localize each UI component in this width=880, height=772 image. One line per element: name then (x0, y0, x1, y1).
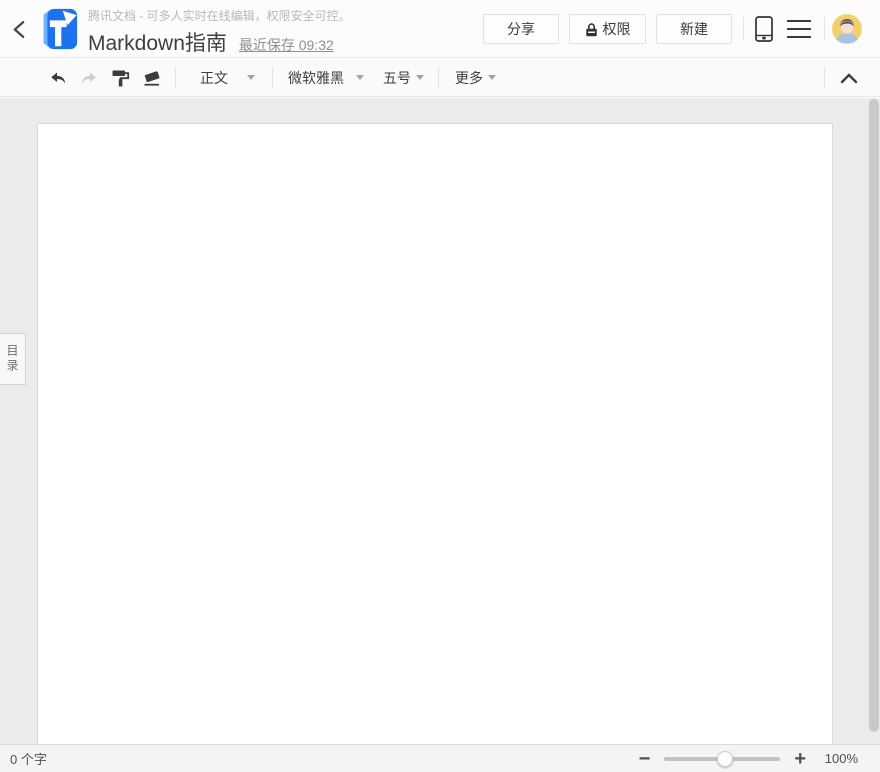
toc-label: 目录 (4, 344, 21, 374)
lock-icon (585, 22, 598, 37)
back-icon[interactable] (10, 19, 28, 40)
zoom-level: 100% (822, 751, 858, 766)
chevron-down-icon (488, 75, 496, 80)
mobile-phone-icon[interactable] (755, 16, 773, 42)
header-divider (824, 17, 825, 41)
font-size-dropdown[interactable]: 五号 (383, 68, 424, 88)
user-avatar[interactable] (832, 14, 862, 44)
chevron-down-icon (416, 75, 424, 80)
zoom-out-button[interactable]: − (639, 749, 651, 769)
paragraph-style-value: 正文 (200, 68, 228, 88)
menu-icon[interactable] (787, 20, 811, 38)
tencent-docs-logo-icon (34, 6, 80, 52)
document-page[interactable] (37, 123, 833, 744)
redo-icon[interactable] (80, 69, 99, 87)
collapse-toolbar-chevron-up-icon[interactable] (840, 72, 858, 84)
toolbar-divider (272, 67, 273, 89)
document-title-block: 腾讯文档 - 可多人实时在线编辑，权限安全可控。 Markdown指南 最近保存… (88, 9, 351, 57)
undo-icon[interactable] (48, 69, 67, 87)
new-document-button[interactable]: 新建 (656, 14, 732, 44)
zoom-slider[interactable] (664, 757, 780, 761)
font-family-dropdown[interactable]: 微软雅黑 (288, 68, 364, 88)
word-count: 0 个字 (10, 749, 47, 768)
app-tagline: 腾讯文档 - 可多人实时在线编辑，权限安全可控。 (88, 9, 351, 23)
status-bar: 0 个字 − + 100% (0, 744, 880, 772)
format-painter-icon[interactable] (110, 68, 131, 88)
vertical-scrollbar[interactable] (869, 99, 879, 732)
more-tools-label: 更多 (455, 68, 483, 88)
permission-button[interactable]: 权限 (569, 14, 646, 44)
permission-label: 权限 (603, 19, 631, 39)
last-saved-link[interactable]: 最近保存 09:32 (239, 35, 334, 55)
chevron-down-icon (247, 75, 255, 80)
document-title[interactable]: Markdown指南 (88, 27, 227, 57)
font-family-value: 微软雅黑 (288, 68, 344, 88)
more-tools-dropdown[interactable]: 更多 (455, 68, 496, 88)
header-divider (743, 17, 744, 41)
share-button[interactable]: 分享 (483, 14, 559, 44)
app-header: 腾讯文档 - 可多人实时在线编辑，权限安全可控。 Markdown指南 最近保存… (0, 0, 880, 58)
zoom-in-button[interactable]: + (794, 749, 806, 769)
header-actions: 分享 权限 新建 (483, 14, 862, 44)
toolbar-divider (175, 67, 176, 89)
toolbar-divider (824, 67, 825, 89)
paragraph-style-dropdown[interactable]: 正文 (200, 68, 255, 88)
toolbar-divider (438, 67, 439, 89)
font-size-value: 五号 (383, 68, 411, 88)
clear-format-icon[interactable] (141, 68, 163, 88)
chevron-down-icon (356, 75, 364, 80)
zoom-slider-handle[interactable] (717, 751, 733, 767)
toc-tab[interactable]: 目录 (0, 333, 26, 385)
editor-area: 目录 (0, 98, 880, 744)
format-toolbar: 正文 微软雅黑 五号 更多 (0, 59, 880, 97)
